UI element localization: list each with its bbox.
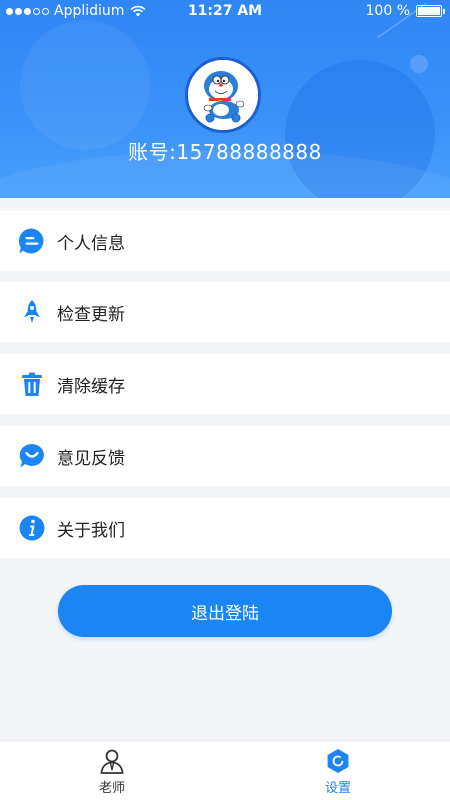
header-decoration (410, 55, 428, 73)
battery-percent: 100 % (365, 3, 410, 19)
rocket-icon (24, 300, 40, 323)
tab-bar: 老师 设置 (0, 740, 450, 800)
menu-item-personal-info[interactable]: 个人信息 (0, 211, 450, 271)
menu-item-check-update[interactable]: 检查更新 (0, 282, 450, 342)
menu-item-about-us[interactable]: 关于我们 (0, 498, 450, 558)
settings-icon (327, 749, 349, 773)
menu-item-label: 检查更新 (57, 304, 125, 325)
menu-item-label: 个人信息 (57, 233, 125, 254)
menu-item-label: 清除缓存 (57, 376, 125, 397)
tab-label: 老师 (98, 781, 125, 796)
tab-teacher[interactable]: 老师 (82, 745, 142, 796)
menu-item-label: 意见反馈 (57, 448, 125, 469)
account-number: 账号:15788888888 (128, 140, 322, 164)
user-icon (100, 749, 124, 774)
tab-settings[interactable]: 设置 (308, 745, 368, 796)
doraemon-avatar-icon (188, 60, 258, 130)
message-icon (18, 228, 44, 254)
tab-label: 设置 (324, 781, 351, 796)
battery-icon (416, 5, 445, 17)
status-bar: Applidium 11:27 AM 100 % (0, 0, 450, 24)
menu-item-feedback[interactable]: 意见反馈 (0, 426, 450, 486)
header-decoration (20, 20, 150, 150)
avatar[interactable] (185, 57, 261, 133)
info-icon (19, 515, 45, 541)
trash-icon (22, 372, 42, 396)
menu-item-clear-cache[interactable]: 清除缓存 (0, 354, 450, 414)
feedback-icon (19, 443, 44, 468)
menu-item-label: 关于我们 (57, 520, 125, 541)
logout-button[interactable]: 退出登陆 (58, 585, 392, 637)
